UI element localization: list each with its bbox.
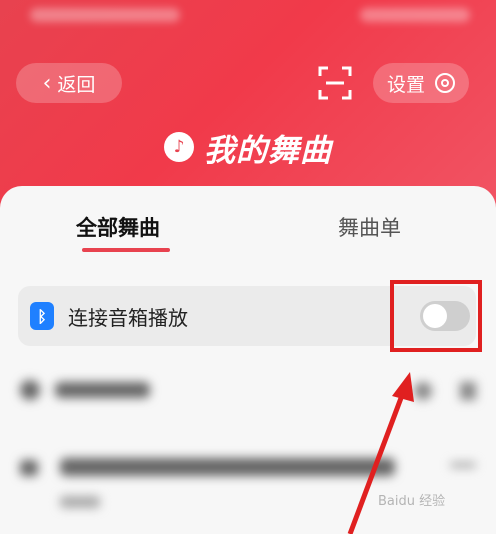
watermark: Baidu 经验 xyxy=(378,494,446,509)
red-arrow-annotation xyxy=(347,372,414,534)
